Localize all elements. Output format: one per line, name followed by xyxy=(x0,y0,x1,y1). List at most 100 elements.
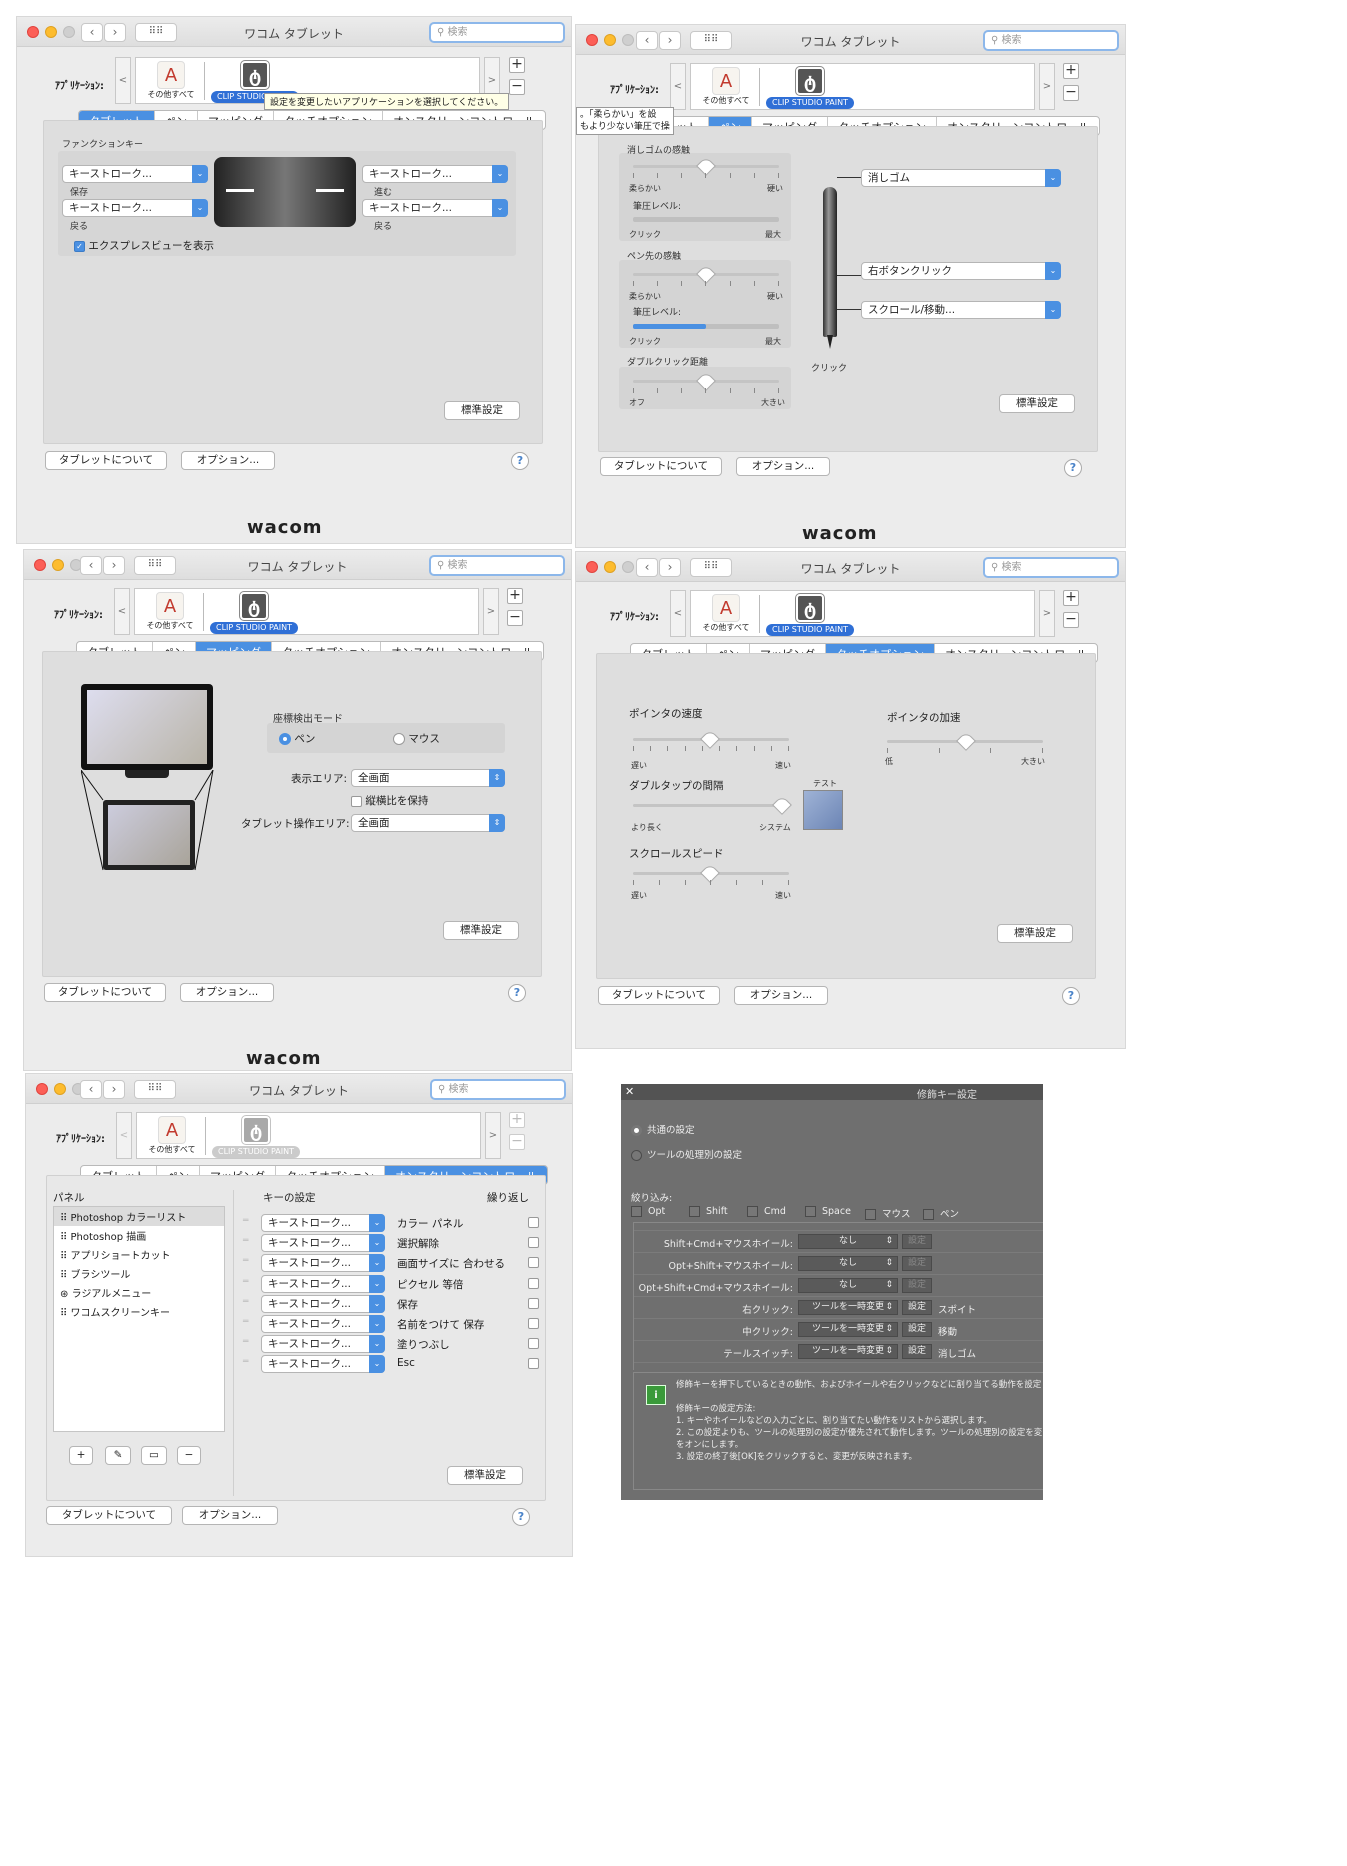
setting-button[interactable]: 設定 xyxy=(902,1278,932,1293)
action-select[interactable]: ツールを一時変更 ⇕ xyxy=(798,1322,898,1337)
remove-panel-button[interactable]: − xyxy=(177,1446,201,1465)
key-popup[interactable]: キーストローク... ⌄ xyxy=(261,1294,385,1313)
add-panel-button[interactable]: + xyxy=(69,1446,93,1465)
mouse-mode-radio[interactable]: マウス xyxy=(393,731,440,746)
repeat-checkbox[interactable] xyxy=(528,1318,539,1329)
add-app-button[interactable]: + xyxy=(509,1112,525,1128)
repeat-checkbox[interactable] xyxy=(528,1217,539,1228)
drag-handle-icon[interactable]: ═ xyxy=(243,1357,248,1367)
repeat-checkbox[interactable] xyxy=(528,1257,539,1269)
filter-opt[interactable]: Opt xyxy=(631,1206,689,1220)
add-app-button[interactable]: + xyxy=(509,57,525,73)
app-csp[interactable]: ტ CLIP STUDIO PAINT xyxy=(765,594,855,636)
action-select[interactable]: なし ⇕ xyxy=(798,1256,898,1271)
about-tablet-button[interactable]: タブレットについて xyxy=(600,457,722,476)
key-popup[interactable]: キーストローク... ⌄ xyxy=(261,1315,385,1333)
options-button[interactable]: オプション... xyxy=(734,986,828,1005)
list-item[interactable]: ⠿ アプリショートカット xyxy=(54,1245,224,1264)
add-app-button[interactable]: + xyxy=(1063,63,1079,79)
default-button[interactable]: 標準設定 xyxy=(444,401,520,420)
repeat-checkbox[interactable] xyxy=(528,1237,539,1249)
about-tablet-button[interactable]: タブレットについて xyxy=(46,1506,172,1525)
key-popup-4[interactable]: キーストローク... ⌄ xyxy=(362,199,508,217)
lower-button-popup[interactable]: スクロール/移動... ⌄ xyxy=(861,301,1061,319)
list-item[interactable]: ⠿ Photoshop カラーリスト xyxy=(54,1207,224,1226)
action-select[interactable]: ツールを一時変更 ⇕ xyxy=(798,1344,898,1359)
drag-handle-icon[interactable]: ═ xyxy=(243,1337,248,1347)
key-popup[interactable]: キーストローク... ⌄ xyxy=(261,1274,385,1293)
test-area[interactable] xyxy=(803,790,843,830)
duplicate-panel-button[interactable]: ▭ xyxy=(141,1446,167,1465)
search-input[interactable]: ⚲ 検索 xyxy=(430,1079,566,1100)
upper-button-popup[interactable]: 右ボタンクリック ⌄ xyxy=(861,262,1061,280)
help-icon[interactable]: ? xyxy=(508,984,526,1002)
setting-button[interactable]: 設定 xyxy=(902,1344,932,1359)
per-tool-setting-radio[interactable]: ツールの処理別の設定 xyxy=(631,1147,742,1161)
default-button[interactable]: 標準設定 xyxy=(997,924,1073,943)
app-next-button[interactable]: > xyxy=(1039,63,1055,110)
search-input[interactable]: ⚲ 検索 xyxy=(983,30,1119,51)
app-prev-button[interactable]: < xyxy=(116,1112,132,1159)
filter-space[interactable]: Space xyxy=(805,1206,865,1220)
help-icon[interactable]: ? xyxy=(1064,459,1082,477)
key-popup[interactable]: キーストローク... ⌄ xyxy=(261,1214,385,1232)
drag-handle-icon[interactable]: ═ xyxy=(243,1297,248,1307)
display-area-popup[interactable]: 全画面 ⇕ xyxy=(351,769,505,787)
pen-mode-radio[interactable]: ペン xyxy=(279,731,315,746)
add-app-button[interactable]: + xyxy=(1063,590,1079,606)
app-next-button[interactable]: > xyxy=(485,1112,501,1159)
app-all[interactable]: A その他すべて xyxy=(139,592,201,632)
action-select[interactable]: なし ⇕ xyxy=(798,1234,898,1249)
app-csp[interactable]: ტ CLIP STUDIO PAINT xyxy=(209,592,299,634)
drag-handle-icon[interactable]: ═ xyxy=(243,1216,248,1226)
close-icon[interactable]: ✕ xyxy=(625,1085,634,1098)
filter-mouse[interactable]: マウス xyxy=(865,1206,923,1220)
double-tap-thumb[interactable] xyxy=(772,795,792,815)
setting-button[interactable]: 設定 xyxy=(902,1322,932,1337)
app-prev-button[interactable]: < xyxy=(670,590,686,637)
help-icon[interactable]: ? xyxy=(511,452,529,470)
repeat-checkbox[interactable] xyxy=(528,1338,539,1350)
repeat-checkbox[interactable] xyxy=(528,1358,539,1370)
action-select[interactable]: なし ⇕ xyxy=(798,1278,898,1293)
action-select[interactable]: ツールを一時変更 ⇕ xyxy=(798,1300,898,1315)
drag-handle-icon[interactable]: ═ xyxy=(243,1256,248,1266)
default-button[interactable]: 標準設定 xyxy=(443,921,519,940)
double-tap-slider[interactable] xyxy=(633,804,789,807)
options-button[interactable]: オプション... xyxy=(180,983,274,1002)
help-icon[interactable]: ? xyxy=(1062,987,1080,1005)
key-popup-2[interactable]: キーストローク... ⌄ xyxy=(62,199,208,217)
filter-pen[interactable]: ペン xyxy=(923,1206,973,1220)
app-all[interactable]: A その他すべて xyxy=(140,61,202,101)
options-button[interactable]: オプション... xyxy=(736,457,830,476)
key-popup[interactable]: キーストローク... ⌄ xyxy=(261,1254,385,1273)
setting-button[interactable]: 設定 xyxy=(902,1300,932,1315)
express-view-checkbox[interactable]: ✓ エクスプレスビューを表示 xyxy=(74,238,214,253)
default-button[interactable]: 標準設定 xyxy=(999,394,1075,413)
repeat-checkbox[interactable] xyxy=(528,1277,539,1289)
search-input[interactable]: ⚲ 検索 xyxy=(429,22,565,43)
options-button[interactable]: オプション... xyxy=(181,451,275,470)
key-popup[interactable]: キーストローク... ⌄ xyxy=(261,1355,385,1374)
remove-app-button[interactable]: − xyxy=(509,79,525,95)
drag-handle-icon[interactable]: ═ xyxy=(243,1317,248,1327)
remove-app-button[interactable]: − xyxy=(507,610,523,626)
tablet-area-popup[interactable]: 全画面 ⇕ xyxy=(351,814,505,832)
filter-shift[interactable]: Shift xyxy=(689,1206,747,1220)
app-prev-button[interactable]: < xyxy=(670,63,686,110)
edit-panel-button[interactable]: ✎ xyxy=(105,1446,131,1465)
add-app-button[interactable]: + xyxy=(507,588,523,604)
app-all[interactable]: A その他すべて xyxy=(141,1116,203,1156)
drag-handle-icon[interactable]: ═ xyxy=(243,1277,248,1287)
list-item[interactable]: ⠿ Photoshop 描画 xyxy=(54,1226,224,1245)
key-popup[interactable]: キーストローク... ⌄ xyxy=(261,1234,385,1253)
eraser-popup[interactable]: 消しゴム ⌄ xyxy=(861,169,1061,187)
search-input[interactable]: ⚲ 検索 xyxy=(429,555,565,576)
drag-handle-icon[interactable]: ═ xyxy=(243,1236,248,1246)
key-popup-1[interactable]: キーストローク... ⌄ xyxy=(62,165,208,183)
list-item[interactable]: ⠿ ブラシツール xyxy=(54,1264,224,1283)
app-csp[interactable]: ტ CLIP STUDIO PAINT xyxy=(765,67,855,109)
list-item[interactable]: ⠿ ワコムスクリーンキー xyxy=(54,1302,224,1321)
about-tablet-button[interactable]: タブレットについて xyxy=(44,983,166,1002)
default-button[interactable]: 標準設定 xyxy=(447,1466,523,1485)
